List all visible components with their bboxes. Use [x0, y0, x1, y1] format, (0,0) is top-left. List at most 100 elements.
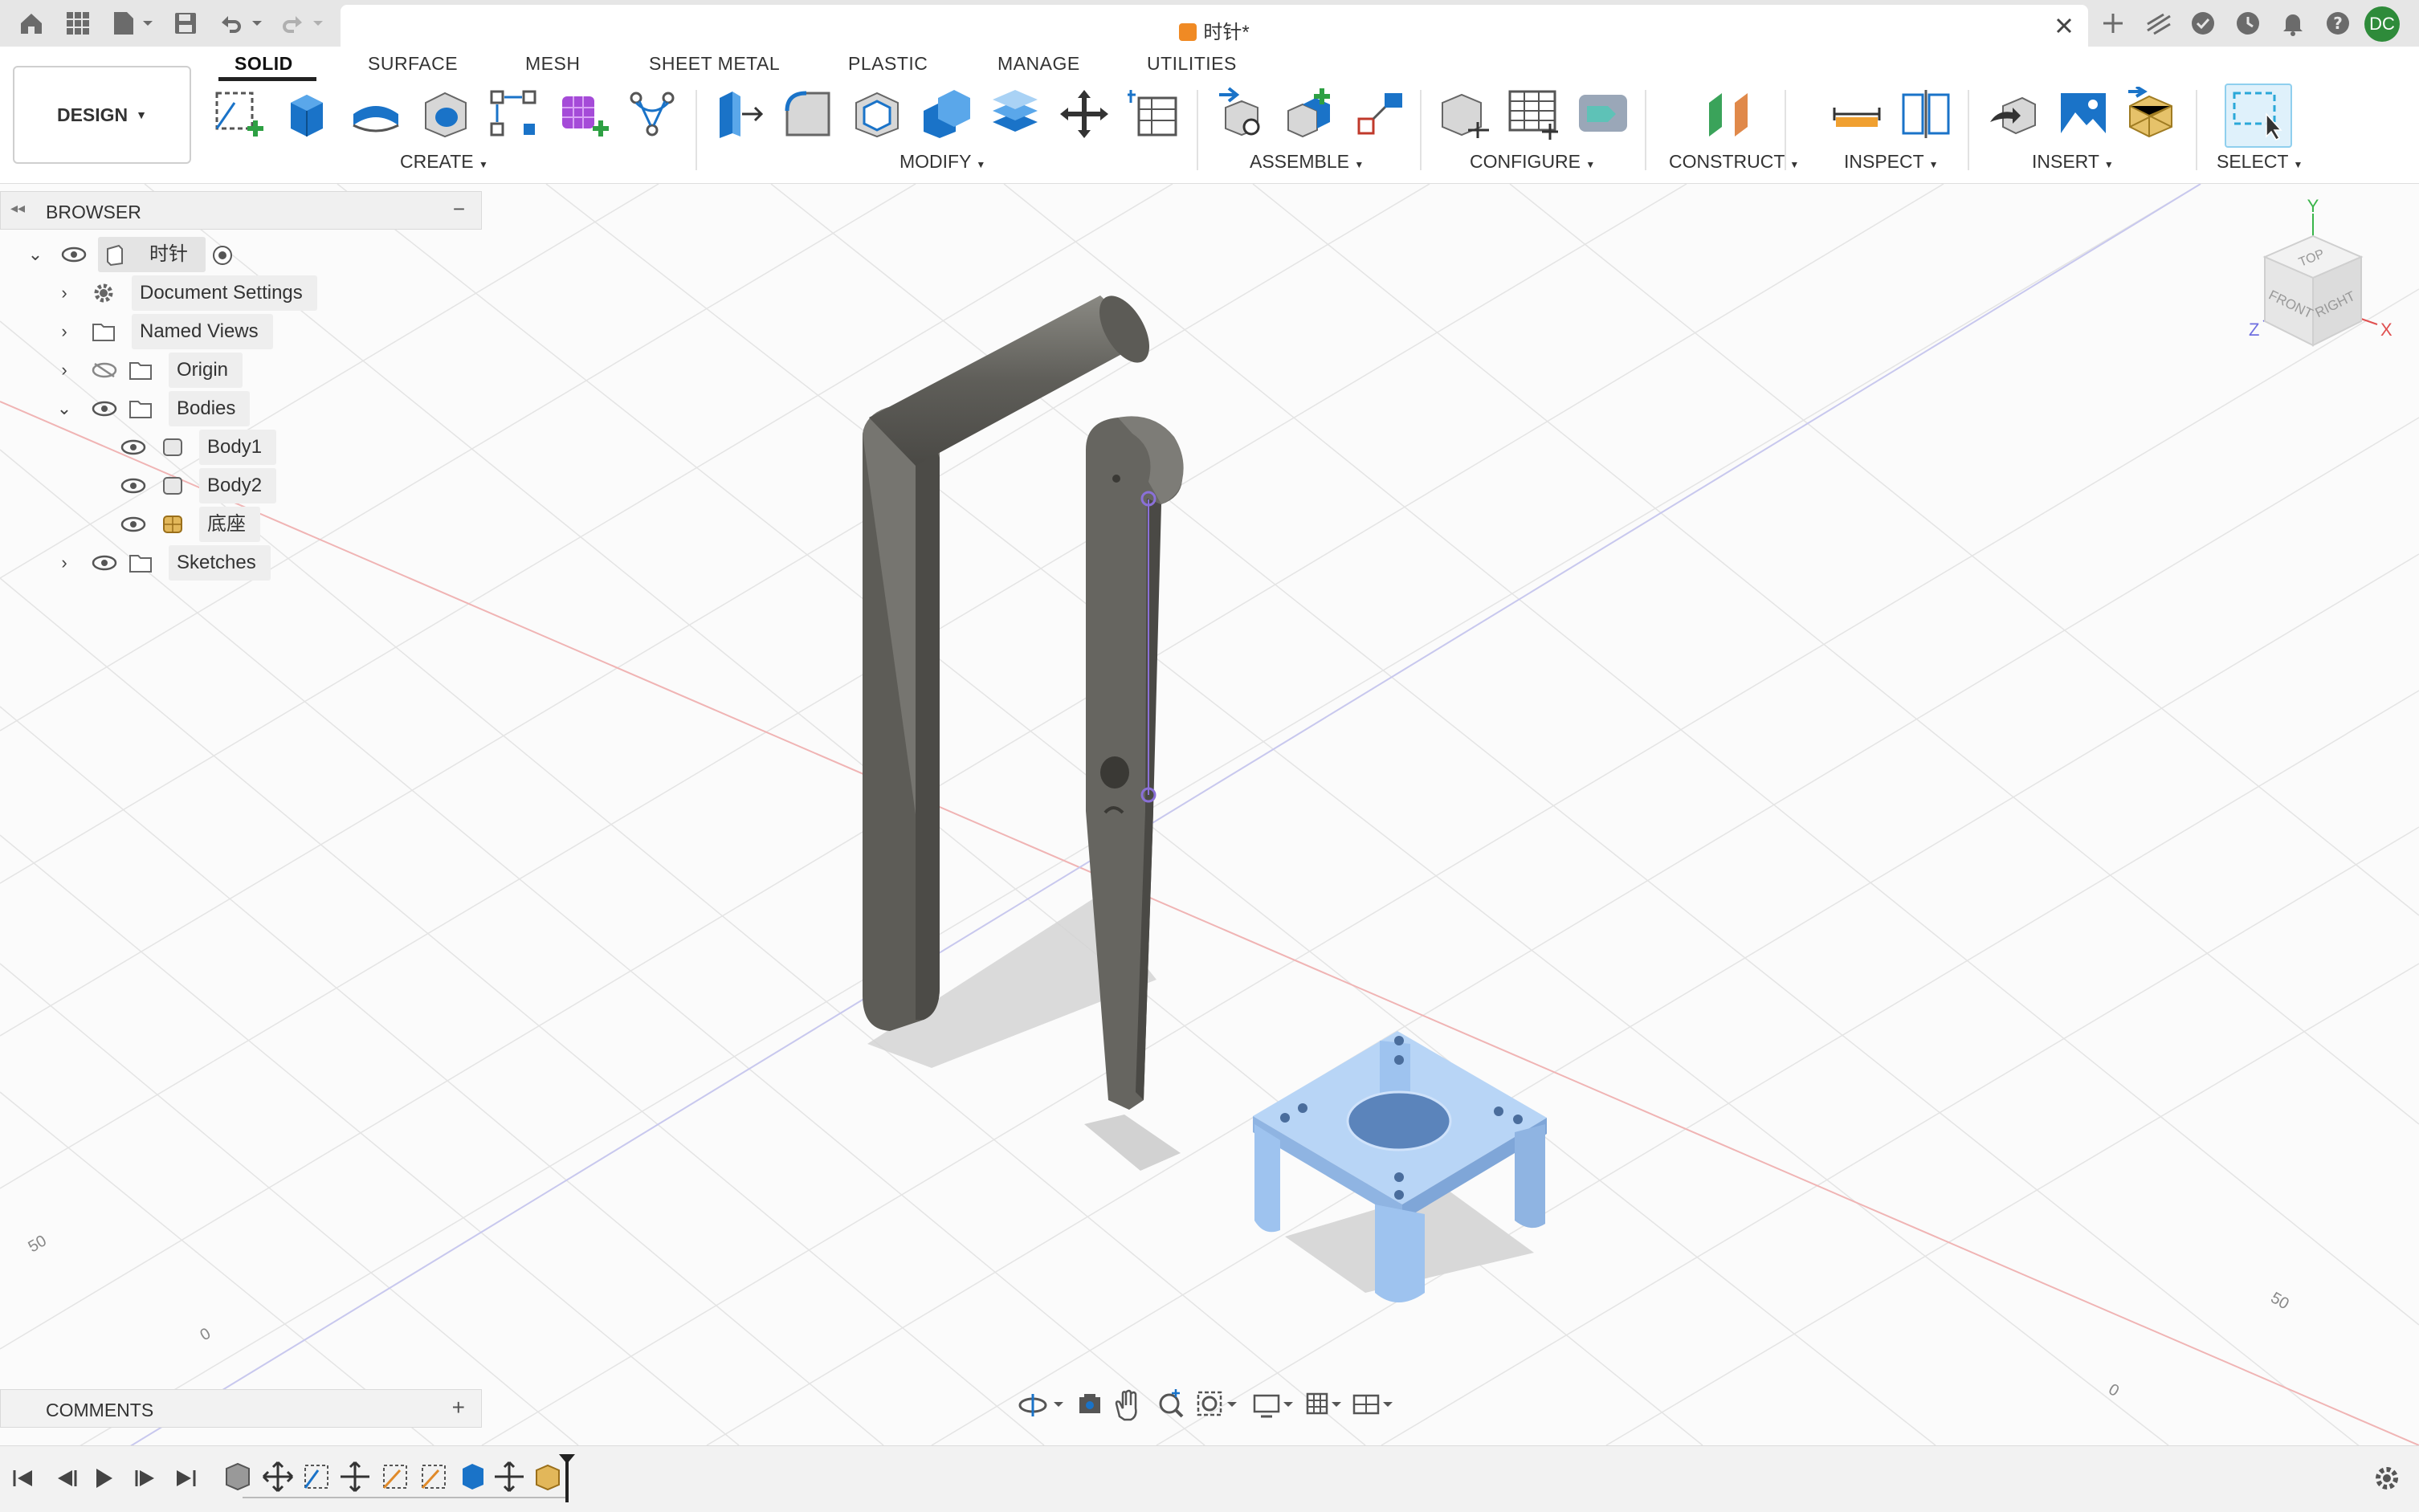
fit-view-icon[interactable] — [1197, 1391, 1237, 1416]
close-tab-icon[interactable] — [2053, 14, 2075, 37]
combine-icon[interactable] — [919, 87, 973, 141]
visibility-eye-icon[interactable] — [61, 247, 87, 263]
chevron-right-icon[interactable]: › — [55, 314, 74, 349]
insert-mesh-icon[interactable] — [2125, 87, 2180, 141]
history-clock-icon[interactable] — [2234, 10, 2262, 37]
timeline-move-icon[interactable] — [341, 1461, 369, 1493]
tab-utilities[interactable]: UTILITIES — [1147, 53, 1237, 75]
activate-radio-icon[interactable] — [210, 243, 235, 267]
tab-surface[interactable]: SURFACE — [368, 53, 458, 75]
timeline-sketch-icon[interactable] — [382, 1465, 407, 1490]
configuration-table-icon[interactable] — [1507, 87, 1561, 141]
chevron-down-icon[interactable]: ⌄ — [55, 391, 74, 426]
viewports-icon[interactable] — [1352, 1394, 1393, 1415]
fillet-icon[interactable] — [781, 87, 835, 141]
section-analysis-icon[interactable] — [1899, 87, 1953, 141]
document-tab[interactable]: 时针* — [341, 5, 2088, 47]
tab-plastic[interactable]: PLASTIC — [848, 53, 928, 75]
timeline-move-icon[interactable] — [262, 1461, 294, 1493]
go-to-start-icon[interactable] — [13, 1470, 32, 1486]
timeline-body-icon[interactable] — [226, 1462, 250, 1491]
move-copy-icon[interactable] — [1057, 87, 1112, 141]
hole-icon[interactable] — [418, 87, 472, 141]
user-avatar[interactable]: DC — [2364, 6, 2400, 42]
play-icon[interactable] — [96, 1469, 112, 1488]
visibility-eye-icon[interactable] — [120, 478, 146, 494]
pan-hand-icon[interactable] — [1115, 1389, 1137, 1421]
tree-item-origin[interactable]: › Origin — [0, 353, 257, 388]
assemble-menu[interactable]: ASSEMBLE ▼ — [1250, 151, 1364, 173]
tree-item-sketches[interactable]: › Sketches — [0, 545, 289, 581]
insert-derive-icon[interactable] — [1987, 87, 2042, 141]
chevron-down-icon[interactable]: ⌄ — [26, 237, 45, 272]
add-comment-icon[interactable]: + — [452, 1395, 465, 1420]
undo-icon[interactable] — [217, 10, 268, 37]
extensions-icon[interactable] — [2189, 10, 2217, 37]
zoom-icon[interactable] — [1159, 1389, 1184, 1418]
chevron-right-icon[interactable]: › — [55, 275, 74, 311]
new-tab-icon[interactable] — [2099, 10, 2127, 37]
comments-panel-header[interactable]: COMMENTS + — [0, 1389, 482, 1428]
offset-face-icon[interactable] — [988, 87, 1042, 141]
browser-panel-header[interactable]: ◂◂ BROWSER − — [0, 191, 482, 230]
job-status-icon[interactable] — [2144, 10, 2173, 37]
tree-item-body1[interactable]: Body1 — [0, 430, 277, 465]
create-sketch-icon[interactable] — [210, 87, 265, 141]
grid-apps-icon[interactable] — [64, 10, 92, 37]
shell-icon[interactable] — [850, 87, 904, 141]
timeline-extrude-icon[interactable] — [463, 1464, 483, 1490]
tab-manage[interactable]: MANAGE — [997, 53, 1080, 75]
visibility-eye-icon[interactable] — [92, 555, 117, 571]
configure-design-icon[interactable] — [1438, 87, 1492, 141]
derive-icon[interactable] — [625, 87, 679, 141]
base-body[interactable] — [1253, 1031, 1547, 1302]
redo-icon[interactable] — [278, 10, 329, 37]
chevron-right-icon[interactable]: › — [55, 353, 74, 388]
insert-menu[interactable]: INSERT ▼ — [2032, 151, 2114, 173]
timeline-settings-gear-icon[interactable] — [2372, 1464, 2401, 1493]
orbit-icon[interactable] — [1018, 1394, 1063, 1416]
select-tool-button[interactable] — [2225, 84, 2292, 148]
minimize-panel-icon[interactable]: − — [453, 197, 465, 222]
tree-item-document-settings[interactable]: › Document Settings — [0, 275, 337, 311]
step-back-icon[interactable] — [58, 1470, 77, 1486]
timeline-mesh-icon[interactable] — [536, 1464, 560, 1491]
tree-item-body2[interactable]: Body2 — [0, 468, 277, 503]
inspect-menu[interactable]: INSPECT ▼ — [1844, 151, 1939, 173]
modify-menu[interactable]: MODIFY ▼ — [899, 151, 985, 173]
new-component-icon[interactable] — [1214, 87, 1269, 141]
as-built-joint-icon[interactable] — [1352, 87, 1407, 141]
tree-item-bodies[interactable]: ⌄ Bodies — [0, 391, 273, 426]
change-parameters-icon[interactable] — [1126, 87, 1181, 141]
display-settings-icon[interactable] — [1253, 1394, 1293, 1418]
tree-root[interactable]: ⌄ 时针 — [0, 237, 257, 272]
step-forward-icon[interactable] — [135, 1470, 154, 1486]
workspace-switcher[interactable]: DESIGN ▼ — [13, 66, 191, 164]
go-to-end-icon[interactable] — [177, 1470, 196, 1486]
tree-item-base[interactable]: 底座 — [0, 507, 273, 542]
configure-menu[interactable]: CONFIGURE ▼ — [1470, 151, 1595, 173]
notifications-bell-icon[interactable] — [2279, 10, 2307, 37]
insert-canvas-icon[interactable] — [2056, 87, 2111, 141]
tab-mesh[interactable]: MESH — [525, 53, 580, 75]
chevron-right-icon[interactable]: › — [55, 545, 74, 581]
timeline-move-icon[interactable] — [495, 1461, 524, 1493]
file-menu-icon[interactable] — [111, 10, 159, 37]
visibility-eye-icon[interactable] — [120, 439, 146, 455]
visibility-eye-icon[interactable] — [120, 516, 146, 532]
hidden-eye-icon[interactable] — [92, 362, 117, 378]
create-form-icon[interactable] — [556, 87, 610, 141]
extrude-icon[interactable] — [279, 87, 334, 141]
3d-viewport[interactable]: 50 0 50 0 — [0, 184, 2419, 1445]
configuration-rule-icon[interactable] — [1576, 87, 1630, 141]
measure-icon[interactable] — [1830, 87, 1884, 141]
timeline-sketch-icon[interactable] — [304, 1465, 328, 1489]
grid-settings-icon[interactable] — [1306, 1392, 1341, 1415]
viewcube[interactable]: Y Z X TOP FRONT RIGHT — [2233, 193, 2409, 361]
tree-item-named-views[interactable]: › Named Views — [0, 314, 289, 349]
tab-sheet-metal[interactable]: SHEET METAL — [649, 53, 780, 75]
tab-solid[interactable]: SOLID — [235, 53, 293, 75]
visibility-eye-icon[interactable] — [92, 401, 117, 417]
help-icon[interactable]: ? — [2324, 10, 2352, 37]
timeline-sketch-icon[interactable] — [421, 1465, 446, 1490]
